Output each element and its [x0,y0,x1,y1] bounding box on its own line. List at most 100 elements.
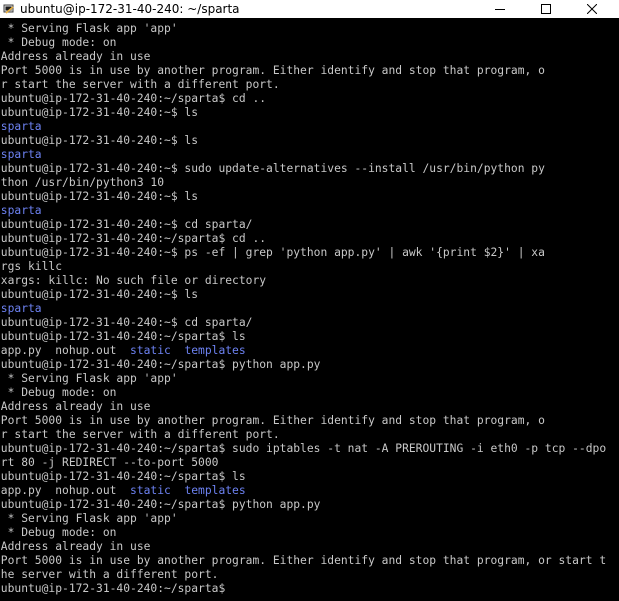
terminal-line: rt 80 -j REDIRECT --to-port 5000 [0,456,613,470]
terminal-line: ubuntu@ip-172-31-40-240:~$ ls [0,288,613,302]
terminal-text: ubuntu@ip-172-31-40-240:~/sparta$ cd .. [0,232,267,245]
terminal-text: ubuntu@ip-172-31-40-240:~$ cd sparta/ [0,316,253,329]
terminal-text: * Serving Flask app 'app' [0,372,178,385]
terminal-text: ubuntu@ip-172-31-40-240:~$ cd sparta/ [0,218,253,231]
terminal-text: Address already in use [0,50,151,63]
terminal-text: ubuntu@ip-172-31-40-240:~/sparta$ cd .. [0,92,267,105]
terminal-line: app.py nohup.out static templates [0,484,613,498]
terminal-line: r start the server with a different port… [0,428,613,442]
terminal-text: ubuntu@ip-172-31-40-240:~/sparta$ ls [0,470,246,483]
terminal-text: rgs killc [0,260,63,273]
directory-name: sparta [0,148,42,161]
terminal-line: Address already in use [0,540,613,554]
terminal-text: Port 5000 is in use by another program. … [0,554,607,567]
terminal-line: ubuntu@ip-172-31-40-240:~$ ls [0,106,613,120]
directory-name: static [130,484,171,497]
terminal-line: rgs killc [0,260,613,274]
close-button[interactable] [569,0,615,18]
terminal-text: * Serving Flask app 'app' [0,512,178,525]
maximize-button[interactable] [523,0,569,18]
maximize-icon [541,4,551,14]
putty-terminal-icon [3,3,15,15]
terminal-line: sparta [0,204,613,218]
terminal-text: thon /usr/bin/python3 10 [0,176,165,189]
terminal-text: xargs: killc: No such file or directory [0,274,267,287]
terminal-line: sparta [0,120,613,134]
terminal-text: app.py nohup.out [0,484,131,497]
terminal-line: sparta [0,302,613,316]
terminal-text: ubuntu@ip-172-31-40-240:~/sparta$ [0,582,226,595]
terminal-line: ubuntu@ip-172-31-40-240:~/sparta$ [0,582,613,596]
terminal-line: ubuntu@ip-172-31-40-240:~$ cd sparta/ [0,218,613,232]
terminal-window: ubuntu@ip-172-31-40-240: ~/sparta * Serv… [0,0,619,601]
terminal-text: * Debug mode: on [0,36,117,49]
terminal-text: ubuntu@ip-172-31-40-240:~/sparta$ ls [0,330,246,343]
terminal-text: ubuntu@ip-172-31-40-240:~$ ls [0,134,199,147]
terminal-line: ubuntu@ip-172-31-40-240:~$ sudo update-a… [0,162,613,176]
terminal-line: * Debug mode: on [0,36,613,50]
terminal-line: sparta [0,148,613,162]
directory-name: sparta [0,302,42,315]
terminal-text: ubuntu@ip-172-31-40-240:~$ ls [0,190,199,203]
window-controls [477,0,615,18]
terminal-line: Address already in use [0,50,613,64]
terminal-line: * Serving Flask app 'app' [0,372,613,386]
terminal-text: ubuntu@ip-172-31-40-240:~$ sudo update-a… [0,162,545,175]
terminal-text: r start the server with a different port… [0,78,280,91]
terminal-text: ubuntu@ip-172-31-40-240:~/sparta$ python… [0,498,321,511]
terminal-line: app.py nohup.out static templates [0,344,613,358]
directory-name: sparta [0,204,42,217]
minimize-icon [495,9,505,10]
terminal-text: * Debug mode: on [0,386,117,399]
directory-name: static [130,344,171,357]
terminal-text: ubuntu@ip-172-31-40-240:~$ ps -ef | grep… [0,246,545,259]
terminal-text: ubuntu@ip-172-31-40-240:~$ ls [0,288,199,301]
terminal-text: ubuntu@ip-172-31-40-240:~$ ls [0,106,199,119]
terminal-line: ubuntu@ip-172-31-40-240:~/sparta$ cd .. [0,232,613,246]
directory-name: templates [184,344,246,357]
terminal-line: ubuntu@ip-172-31-40-240:~/sparta$ ls [0,470,613,484]
terminal-text: Address already in use [0,540,151,553]
terminal-text: * Serving Flask app 'app' [0,22,178,35]
terminal-line: * Debug mode: on [0,386,613,400]
terminal-line: thon /usr/bin/python3 10 [0,176,613,190]
terminal-line: ubuntu@ip-172-31-40-240:~/sparta$ python… [0,498,613,512]
terminal-output[interactable]: * Serving Flask app 'app' * Debug mode: … [0,22,619,601]
terminal-line: he server with a different port. [0,568,613,582]
terminal-line: ubuntu@ip-172-31-40-240:~$ ps -ef | grep… [0,246,613,260]
terminal-text: rt 80 -j REDIRECT --to-port 5000 [0,456,219,469]
terminal-text: he server with a different port. [0,568,219,581]
terminal-line: xargs: killc: No such file or directory [0,274,613,288]
terminal-line: Port 5000 is in use by another program. … [0,414,613,428]
terminal-line: Port 5000 is in use by another program. … [0,64,613,78]
terminal-text: ubuntu@ip-172-31-40-240:~/sparta$ python… [0,358,321,371]
terminal-line: ubuntu@ip-172-31-40-240:~/sparta$ ls [0,330,613,344]
terminal-line: * Serving Flask app 'app' [0,22,613,36]
terminal-text: ubuntu@ip-172-31-40-240:~/sparta$ sudo i… [0,442,607,455]
terminal-line: ubuntu@ip-172-31-40-240:~$ ls [0,190,613,204]
terminal-text: app.py nohup.out [0,344,131,357]
window-title: ubuntu@ip-172-31-40-240: ~/sparta [20,2,240,16]
terminal-line: ubuntu@ip-172-31-40-240:~/sparta$ python… [0,358,613,372]
terminal-line: ubuntu@ip-172-31-40-240:~/sparta$ sudo i… [0,442,613,456]
terminal-text: r start the server with a different port… [0,428,280,441]
directory-name: sparta [0,120,42,133]
terminal-line: Address already in use [0,400,613,414]
terminal-line: ubuntu@ip-172-31-40-240:~/sparta$ cd .. [0,92,613,106]
terminal-text: * Debug mode: on [0,526,117,539]
terminal-line: * Debug mode: on [0,526,613,540]
terminal-line: * Serving Flask app 'app' [0,512,613,526]
terminal-text: Address already in use [0,400,151,413]
terminal-line: ubuntu@ip-172-31-40-240:~$ cd sparta/ [0,316,613,330]
title-bar[interactable]: ubuntu@ip-172-31-40-240: ~/sparta [0,0,619,18]
terminal-text: Port 5000 is in use by another program. … [0,414,545,427]
terminal-text: Port 5000 is in use by another program. … [0,64,545,77]
terminal-line: Port 5000 is in use by another program. … [0,554,613,568]
directory-name: templates [184,484,246,497]
minimize-button[interactable] [477,0,523,18]
terminal-line: ubuntu@ip-172-31-40-240:~$ ls [0,134,613,148]
terminal-line: r start the server with a different port… [0,78,613,92]
close-icon [587,4,597,14]
